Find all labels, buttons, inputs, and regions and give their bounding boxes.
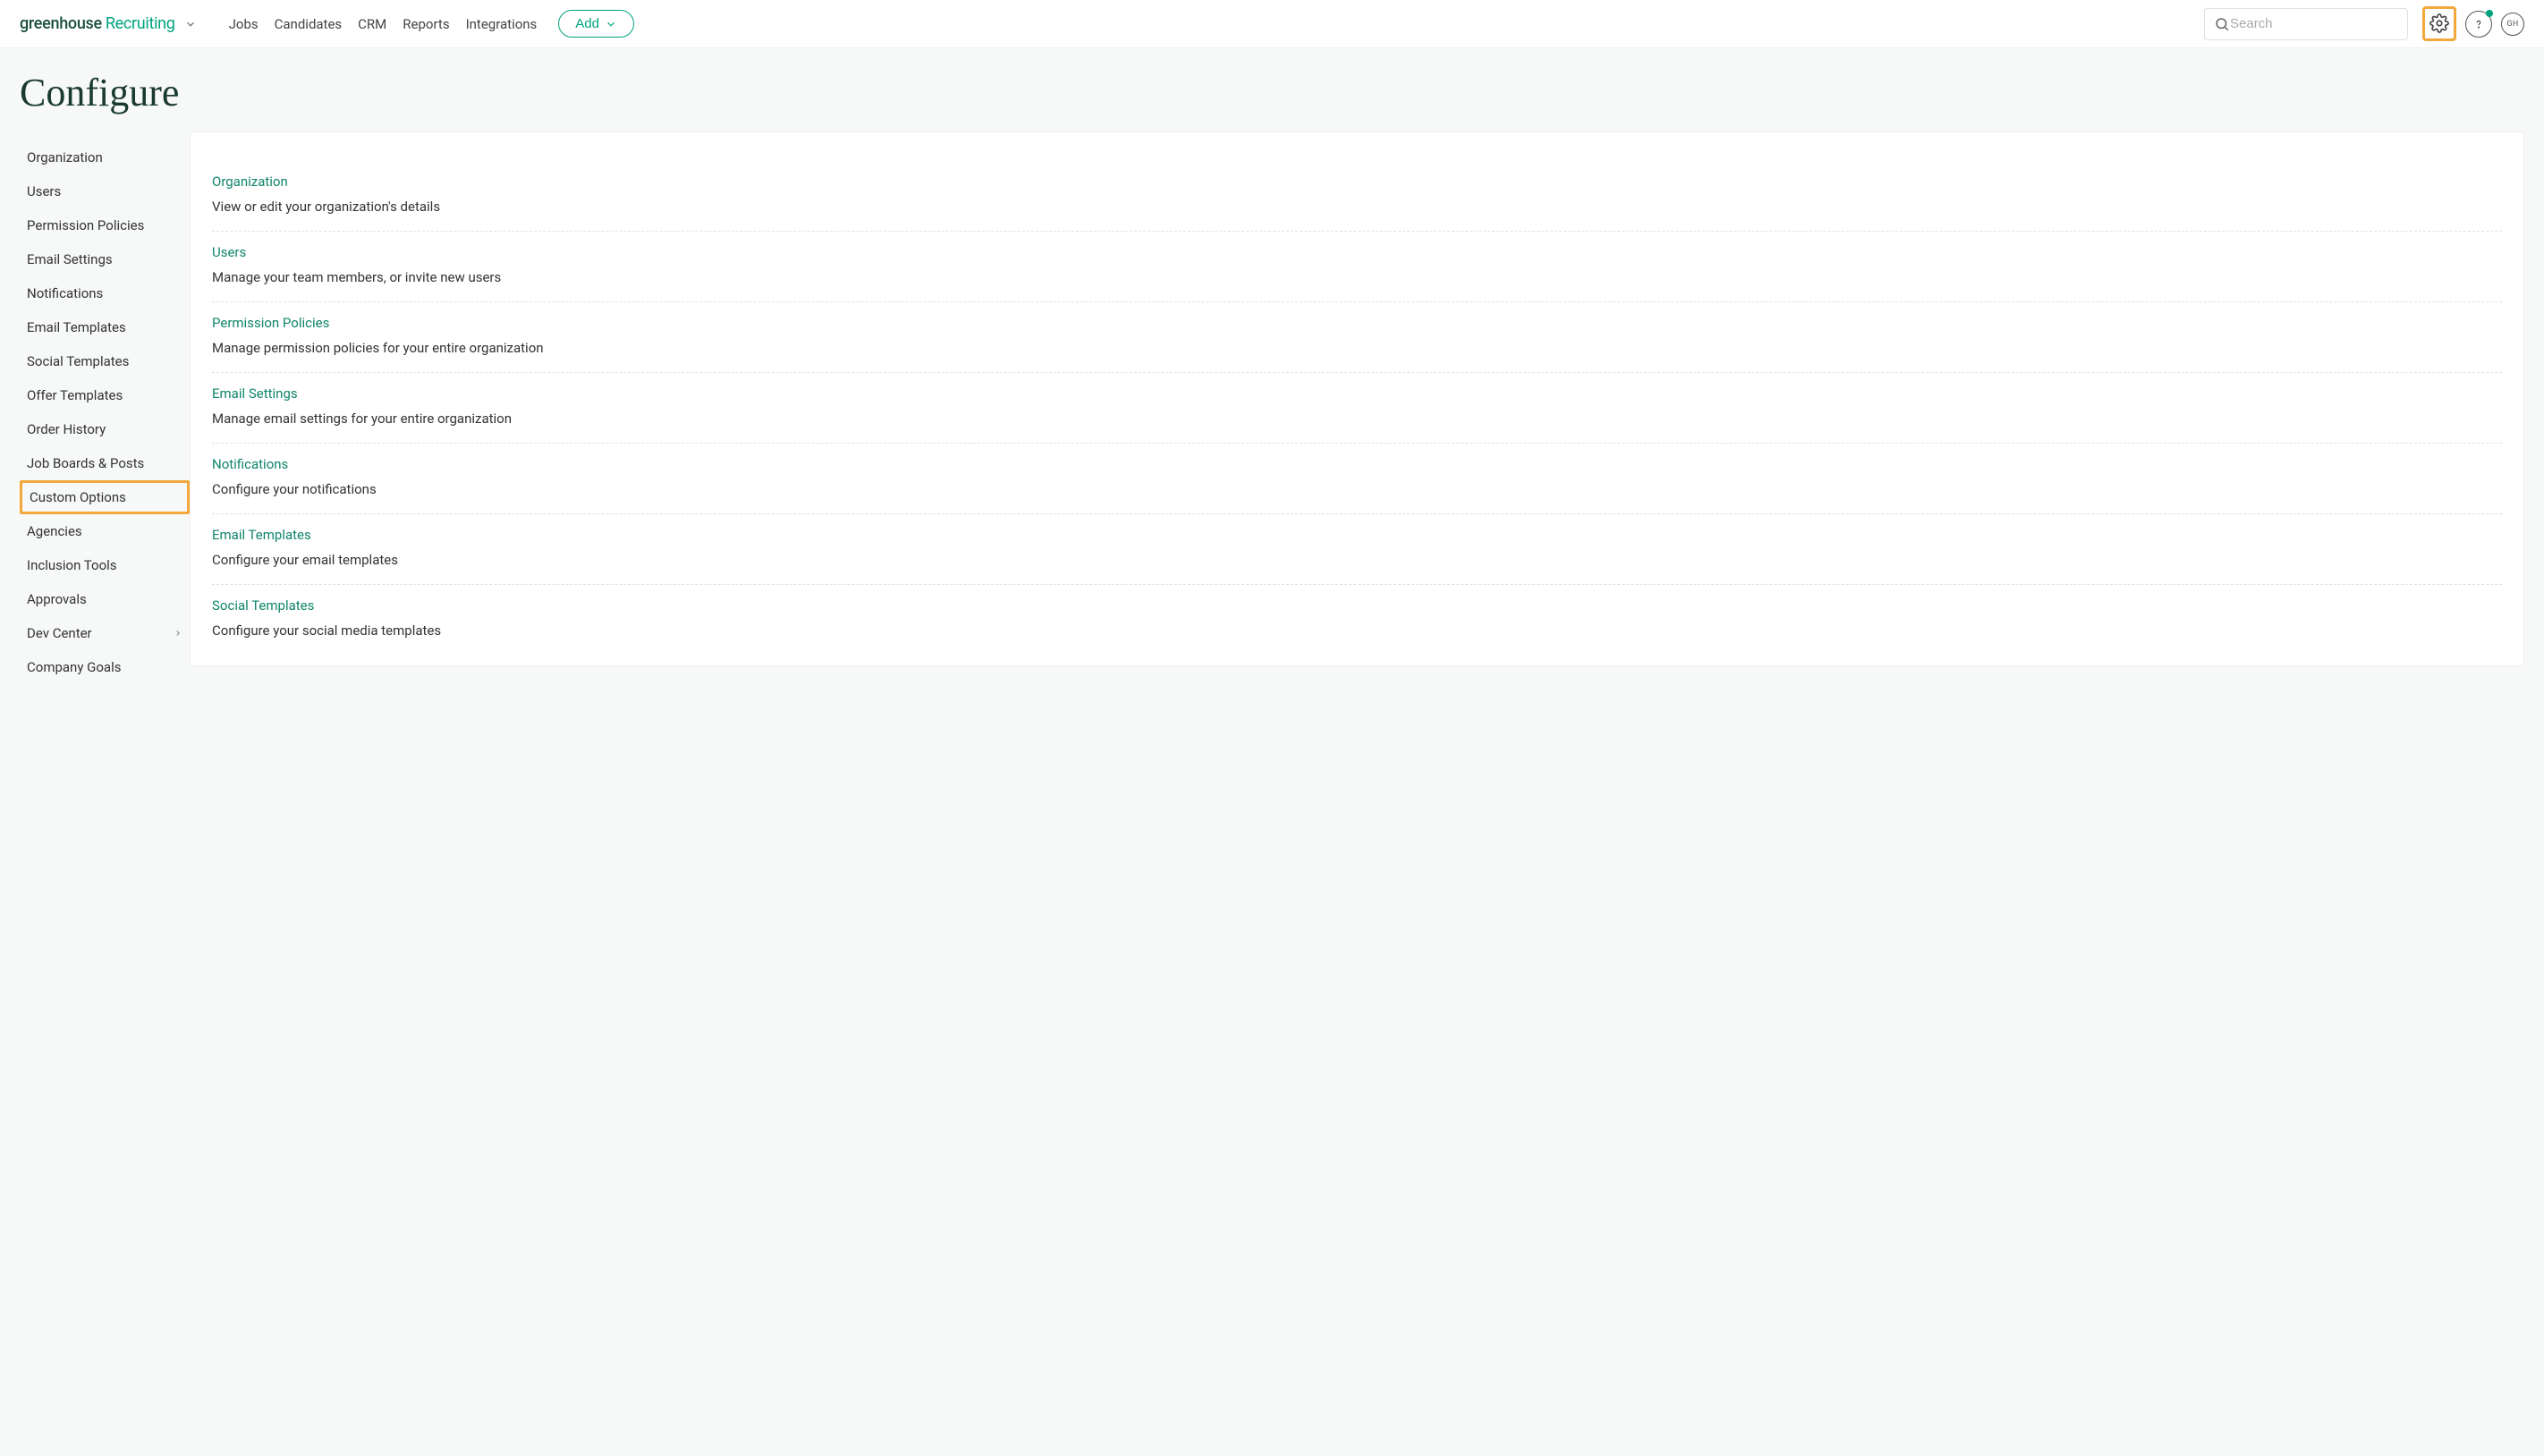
sidebar-item-notifications[interactable]: Notifications (20, 276, 190, 310)
config-row-description: View or edit your organization's details (212, 199, 2502, 215)
configure-main-panel: Organization View or edit your organizati… (190, 131, 2524, 666)
config-row-users: Users Manage your team members, or invite… (212, 232, 2502, 302)
sidebar-item-order-history[interactable]: Order History (20, 412, 190, 446)
product-switcher-chevron-icon[interactable] (184, 18, 197, 30)
page-title: Configure (0, 48, 2544, 131)
chevron-right-icon (174, 629, 182, 638)
user-avatar[interactable]: GH (2501, 13, 2524, 36)
add-button[interactable]: Add (558, 10, 634, 38)
config-row-email-settings: Email Settings Manage email settings for … (212, 373, 2502, 444)
sidebar-item-permission-policies[interactable]: Permission Policies (20, 208, 190, 242)
sidebar-item-label: Job Boards & Posts (27, 455, 144, 471)
product-logo[interactable]: greenhouse Recruiting (20, 14, 197, 33)
sidebar-item-label: Email Templates (27, 319, 126, 335)
sidebar-item-label: Dev Center (27, 625, 92, 641)
help-button[interactable] (2465, 11, 2492, 38)
sidebar-item-label: Permission Policies (27, 217, 144, 233)
sidebar-item-label: Custom Options (30, 489, 126, 505)
search-icon (2214, 16, 2230, 32)
sidebar-item-users[interactable]: Users (20, 174, 190, 208)
add-button-label: Add (575, 16, 599, 31)
logo-text-greenhouse: greenhouse (20, 14, 102, 33)
config-row-description: Configure your notifications (212, 481, 2502, 497)
sidebar-item-email-templates[interactable]: Email Templates (20, 310, 190, 344)
sidebar-item-label: Organization (27, 149, 103, 165)
config-row-email-templates: Email Templates Configure your email temp… (212, 514, 2502, 585)
sidebar-item-label: Social Templates (27, 353, 129, 369)
sidebar-item-company-goals[interactable]: Company Goals (20, 650, 190, 684)
configure-sidebar: Organization Users Permission Policies Emai… (20, 131, 190, 684)
config-row-title-link[interactable]: Permission Policies (212, 315, 329, 331)
gear-icon (2430, 13, 2449, 33)
sidebar-item-label: Approvals (27, 591, 87, 607)
nav-reports[interactable]: Reports (403, 16, 449, 32)
settings-button-highlight (2422, 6, 2456, 41)
sidebar-item-label: Inclusion Tools (27, 557, 117, 573)
config-row-description: Configure your email templates (212, 552, 2502, 568)
sidebar-item-offer-templates[interactable]: Offer Templates (20, 378, 190, 412)
top-nav-bar: greenhouse Recruiting Jobs Candidates CR… (0, 0, 2544, 48)
config-row-notifications: Notifications Configure your notification… (212, 444, 2502, 514)
sidebar-item-label: Email Settings (27, 251, 113, 267)
notification-badge-icon (2486, 10, 2493, 17)
sidebar-item-custom-options[interactable]: Custom Options (20, 480, 190, 514)
sidebar-item-label: Offer Templates (27, 387, 123, 403)
config-row-title-link[interactable]: Users (212, 244, 246, 260)
config-row-social-templates: Social Templates Configure your social me… (212, 585, 2502, 655)
config-row-description: Configure your social media templates (212, 622, 2502, 639)
config-row-permission-policies: Permission Policies Manage permission pol… (212, 302, 2502, 373)
config-row-description: Manage your team members, or invite new … (212, 269, 2502, 285)
sidebar-item-social-templates[interactable]: Social Templates (20, 344, 190, 378)
config-row-description: Manage email settings for your entire or… (212, 411, 2502, 427)
config-row-organization: Organization View or edit your organizati… (212, 161, 2502, 232)
sidebar-item-label: Agencies (27, 523, 82, 539)
sidebar-item-label: Company Goals (27, 659, 121, 675)
sidebar-item-label: Order History (27, 421, 106, 437)
sidebar-item-label: Notifications (27, 285, 103, 301)
help-icon (2472, 18, 2485, 30)
global-search[interactable] (2204, 8, 2408, 40)
nav-candidates[interactable]: Candidates (275, 16, 343, 32)
sidebar-item-approvals[interactable]: Approvals (20, 582, 190, 616)
sidebar-item-job-boards-posts[interactable]: Job Boards & Posts (20, 446, 190, 480)
settings-button[interactable] (2427, 11, 2452, 36)
nav-crm[interactable]: CRM (358, 16, 386, 32)
nav-integrations[interactable]: Integrations (466, 16, 538, 32)
primary-nav: Jobs Candidates CRM Reports Integrations (229, 16, 538, 32)
sidebar-item-inclusion-tools[interactable]: Inclusion Tools (20, 548, 190, 582)
sidebar-item-agencies[interactable]: Agencies (20, 514, 190, 548)
nav-jobs[interactable]: Jobs (229, 16, 259, 32)
config-row-title-link[interactable]: Organization (212, 174, 288, 190)
config-row-title-link[interactable]: Notifications (212, 456, 288, 472)
sidebar-item-label: Users (27, 183, 61, 199)
chevron-down-icon (605, 18, 617, 30)
sidebar-item-organization[interactable]: Organization (20, 140, 190, 174)
logo-text-recruiting: Recruiting (106, 14, 175, 33)
config-row-title-link[interactable]: Email Settings (212, 385, 298, 402)
search-input[interactable] (2230, 16, 2408, 31)
config-row-description: Manage permission policies for your enti… (212, 340, 2502, 356)
sidebar-item-email-settings[interactable]: Email Settings (20, 242, 190, 276)
sidebar-item-dev-center[interactable]: Dev Center (20, 616, 190, 650)
config-row-title-link[interactable]: Social Templates (212, 597, 314, 614)
config-row-title-link[interactable]: Email Templates (212, 527, 311, 543)
